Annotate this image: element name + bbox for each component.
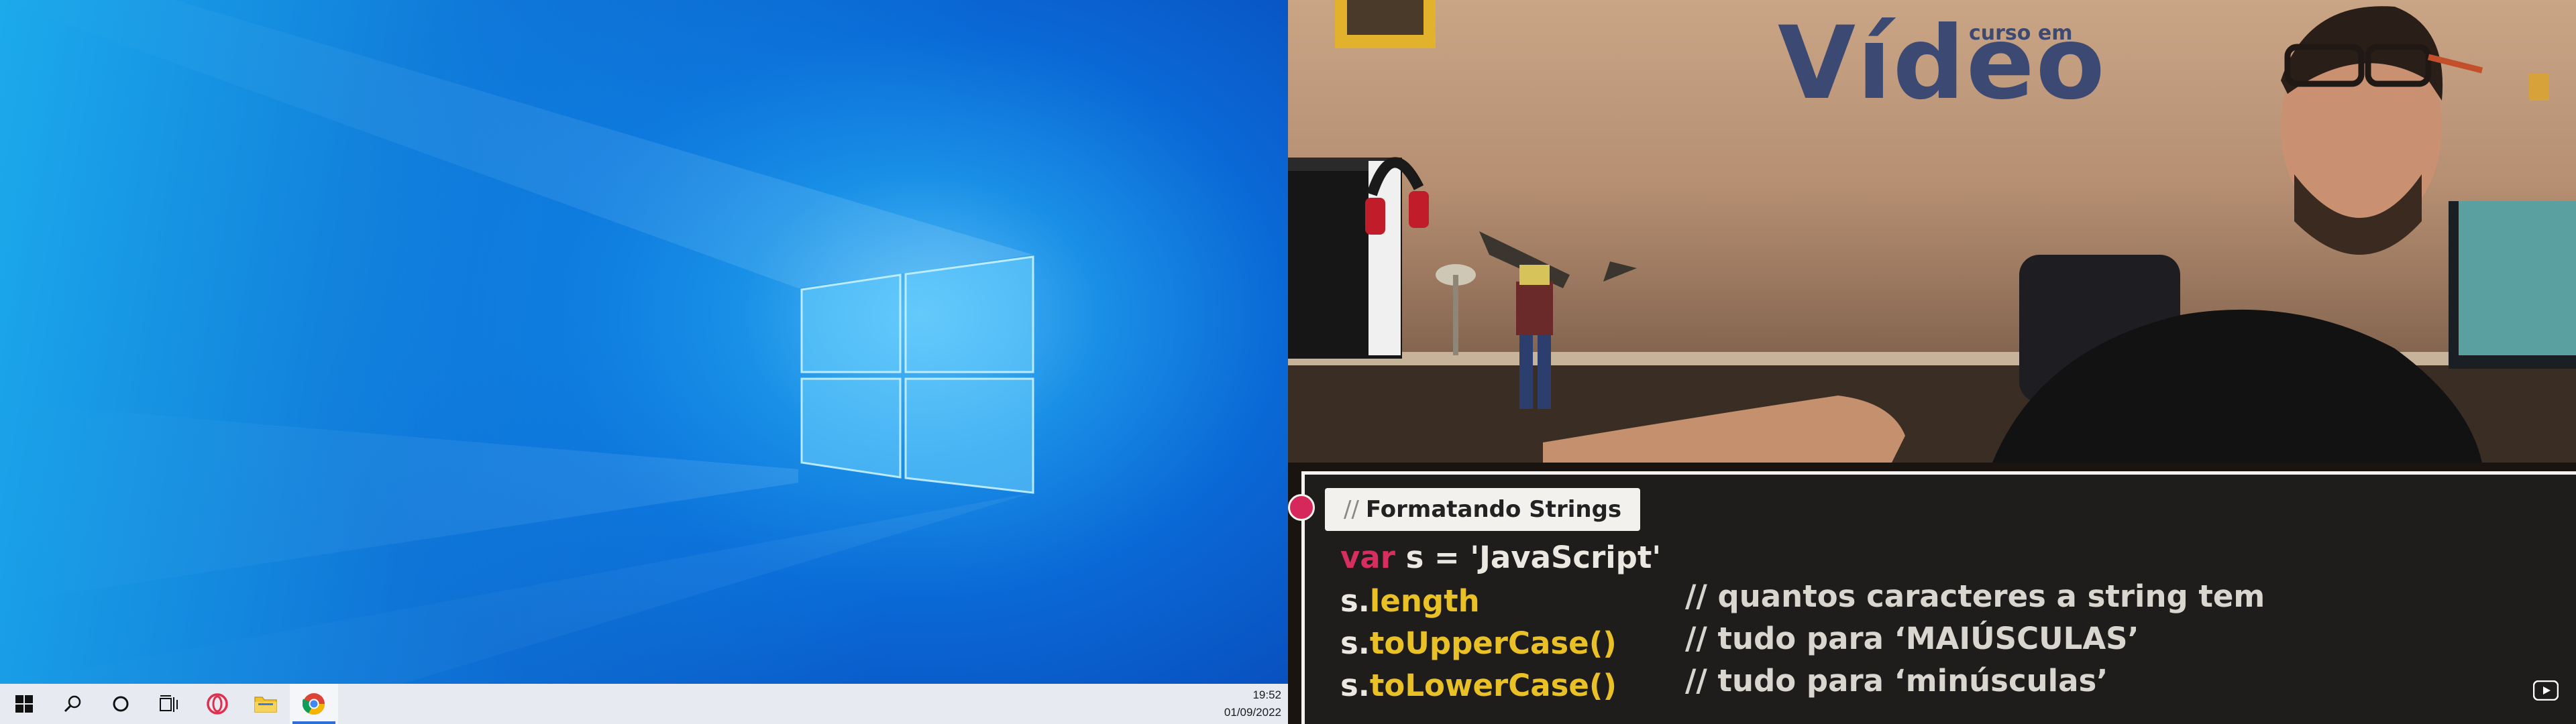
code-member: length [1369, 583, 1480, 619]
task-view-icon [160, 695, 178, 712]
code-line-1: var s = 'JavaScript' [1340, 540, 1661, 575]
title-slashes: // [1344, 496, 1359, 523]
code-object: s. [1340, 583, 1370, 619]
task-view-button[interactable] [145, 684, 193, 724]
opera-icon [207, 693, 228, 715]
code-line-3: s.toUpperCase() [1340, 625, 1617, 661]
record-dot [1288, 494, 1315, 521]
code-comment: // quantos caracteres a string tem [1685, 579, 2265, 614]
folder-icon [254, 697, 277, 713]
code-member: toLowerCase() [1369, 668, 1617, 703]
cortana-icon [113, 696, 129, 712]
code-declaration: s = 'JavaScript' [1395, 540, 1662, 575]
code-member: toUpperCase() [1369, 625, 1617, 661]
chrome-icon [303, 693, 325, 715]
code-line-4: s.toLowerCase() [1340, 668, 1617, 703]
windows-logo [800, 255, 1034, 494]
youtube-icon[interactable] [2533, 680, 2559, 701]
code-object: s. [1340, 625, 1370, 661]
file-explorer-app[interactable] [241, 684, 290, 724]
windows-desktop[interactable]: 19:52 01/09/2022 [0, 0, 1288, 724]
code-object: s. [1340, 668, 1370, 703]
code-title: // Formatando Strings [1325, 488, 1641, 531]
taskbar: 19:52 01/09/2022 [0, 684, 1288, 724]
search-icon [64, 695, 81, 713]
start-button[interactable] [0, 684, 48, 724]
code-overlay: // Formatando Strings var s = 'JavaScrip… [1288, 0, 2576, 724]
system-clock[interactable]: 19:52 01/09/2022 [1208, 684, 1288, 724]
code-comment: // tudo para ‘MAIÚSCULAS’ [1685, 621, 2139, 656]
chrome-app[interactable] [290, 684, 338, 724]
code-comment: // tudo para ‘minúsculas’ [1685, 663, 2108, 699]
cortana-button[interactable] [97, 684, 145, 724]
code-line-2: s.length [1340, 583, 1480, 619]
search-button[interactable] [48, 684, 97, 724]
title-text: Formatando Strings [1365, 496, 1622, 523]
code-keyword: var [1340, 540, 1395, 575]
windows-icon [15, 695, 33, 713]
clock-time: 19:52 [1252, 688, 1281, 701]
clock-date: 01/09/2022 [1224, 706, 1281, 719]
opera-app[interactable] [193, 684, 241, 724]
